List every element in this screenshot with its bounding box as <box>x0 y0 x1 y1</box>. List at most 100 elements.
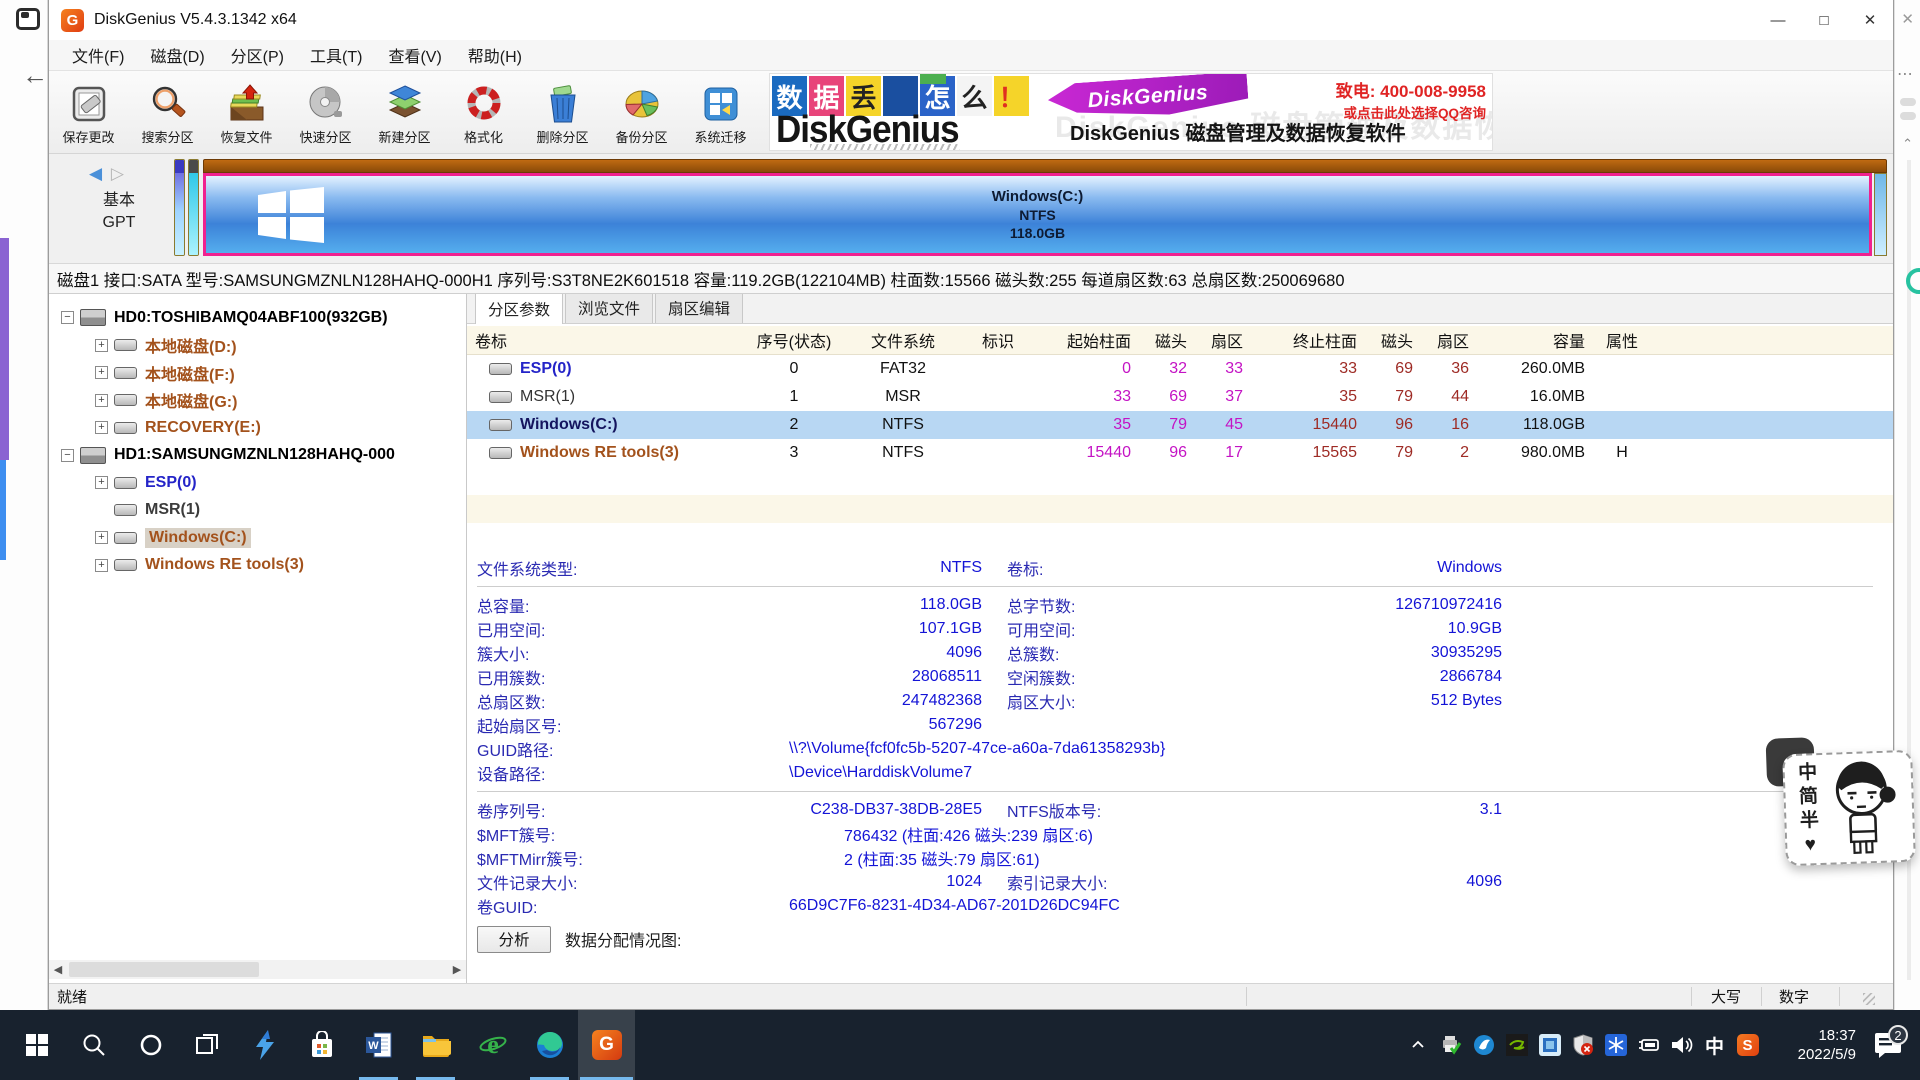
scroll-thumb[interactable] <box>69 962 259 977</box>
tree-horizontal-scrollbar[interactable]: ◀ ▶ <box>49 960 466 979</box>
analyze-button[interactable]: 分析 <box>477 926 551 953</box>
tray-sogou[interactable]: S <box>1731 1032 1764 1059</box>
partition-icon <box>114 477 145 489</box>
taskbar-taskbar-search[interactable] <box>65 1010 122 1080</box>
table-cell: NTFS <box>843 444 963 462</box>
toolbar-button-7[interactable]: 备份分区 <box>602 71 681 153</box>
column-header-9[interactable]: 扇区 <box>1421 328 1477 352</box>
tree-item--g-[interactable]: +本地磁盘(G:) <box>95 387 237 414</box>
menu-2[interactable]: 分区(P) <box>218 43 297 67</box>
diskgenius-window: G DiskGenius V5.4.3.1342 x64 — □ ✕ 文件(F)… <box>48 0 1894 1010</box>
tray-nvidia[interactable] <box>1500 1032 1533 1059</box>
toolbar-button-5[interactable]: 格式化 <box>444 71 523 153</box>
close-button[interactable]: ✕ <box>1847 0 1893 40</box>
minimize-button[interactable]: — <box>1755 0 1801 40</box>
toolbar-button-1[interactable]: 搜索分区 <box>128 71 207 153</box>
re-tools-partition-bar[interactable] <box>1874 173 1887 256</box>
expand-icon[interactable]: + <box>95 559 108 572</box>
tray-bird[interactable] <box>1467 1032 1500 1059</box>
tray-snowflake[interactable] <box>1599 1032 1632 1059</box>
collapse-icon[interactable]: − <box>61 311 74 324</box>
column-header-10[interactable]: 容量 <box>1477 328 1593 352</box>
tray-ime-zh[interactable]: 中 <box>1698 1032 1731 1059</box>
table-row-windows-c-[interactable]: Windows(C:)2NTFS357945154409616118.0GB <box>467 411 1893 439</box>
sogou-ime-widget[interactable]: 中简半♥ <box>1782 750 1916 866</box>
toolbar-button-6[interactable]: 删除分区 <box>523 71 602 153</box>
tree-item-windows-re-tools-3-[interactable]: +Windows RE tools(3) <box>95 552 304 579</box>
column-header-6[interactable]: 扇区 <box>1195 328 1251 352</box>
toolbar-button-0[interactable]: 保存更改 <box>49 71 128 153</box>
taskbar-green-browser[interactable]: e <box>464 1010 521 1080</box>
taskbar-flow-launcher[interactable] <box>236 1010 293 1080</box>
menu-0[interactable]: 文件(F) <box>59 43 137 67</box>
toolbar-button-8[interactable]: 系统迁移 <box>681 71 760 153</box>
tray-tray-chevron[interactable] <box>1401 1032 1434 1059</box>
maximize-button[interactable]: □ <box>1801 0 1847 40</box>
scroll-right-arrow-icon[interactable]: ▶ <box>448 960 466 979</box>
expand-icon[interactable]: + <box>95 366 108 379</box>
tree-item-msr-1-[interactable]: MSR(1) <box>95 497 200 524</box>
table-cell: 2 <box>745 416 843 434</box>
expand-icon[interactable]: + <box>95 394 108 407</box>
menu-4[interactable]: 查看(V) <box>375 43 454 67</box>
column-header-5[interactable]: 磁头 <box>1139 328 1195 352</box>
column-header-1[interactable]: 序号(状态) <box>745 328 843 352</box>
taskbar-store[interactable] <box>293 1010 350 1080</box>
column-header-8[interactable]: 磁头 <box>1365 328 1421 352</box>
tree-item-hd1-samsungmznln128hahq-000[interactable]: −HD1:SAMSUNGMZNLN128HAHQ-000 <box>61 442 395 469</box>
menu-3[interactable]: 工具(T) <box>297 43 375 67</box>
taskbar-clock[interactable]: 18:37 2022/5/9 <box>1770 1026 1856 1064</box>
tray-power[interactable] <box>1632 1032 1665 1059</box>
tree-item-hd0-toshibamq04abf100-932gb-[interactable]: −HD0:TOSHIBAMQ04ABF100(932GB) <box>61 304 388 331</box>
column-header-2[interactable]: 文件系统 <box>843 328 963 352</box>
tab-sector-edit[interactable]: 扇区编辑 <box>655 294 743 323</box>
detail-row: 卷序列号:C238-DB37-38DB-28E5NTFS版本号:3.1 <box>477 798 1873 822</box>
table-row-msr-1-[interactable]: MSR(1)1MSR33693735794416.0MB <box>467 383 1893 411</box>
tray-defender-alert[interactable] <box>1566 1032 1599 1059</box>
taskbar-word[interactable]: W <box>350 1010 407 1080</box>
tray-intel[interactable] <box>1533 1032 1566 1059</box>
ad-banner[interactable]: DiskGenius 磁盘管理及数据恢复软件 数据丢怎么！ DiskGenius… <box>769 73 1493 151</box>
taskbar-diskgenius[interactable]: G <box>578 1010 635 1080</box>
tray-printer[interactable] <box>1434 1032 1467 1059</box>
table-row-windows-re-tools-3-[interactable]: Windows RE tools(3)3NTFS1544096171556579… <box>467 439 1893 467</box>
expand-icon[interactable]: + <box>95 476 108 489</box>
taskbar-start[interactable] <box>8 1010 65 1080</box>
tray-volume[interactable] <box>1665 1032 1698 1059</box>
taskbar-edge[interactable] <box>521 1010 578 1080</box>
column-header-11[interactable]: 属性 <box>1593 328 1651 352</box>
next-disk-arrow-icon[interactable]: ▷ <box>111 164 126 183</box>
msr-partition-bar[interactable] <box>188 159 199 256</box>
tree-item--d-[interactable]: +本地磁盘(D:) <box>95 332 237 359</box>
column-header-4[interactable]: 起始柱面 <box>1033 328 1139 352</box>
tree-item-recovery-e-[interactable]: +RECOVERY(E:) <box>95 414 261 441</box>
prev-disk-arrow-icon[interactable]: ◀ <box>89 164 104 183</box>
menu-1[interactable]: 磁盘(D) <box>137 43 217 67</box>
collapse-icon[interactable]: − <box>61 449 74 462</box>
esp-partition-bar[interactable] <box>174 159 185 256</box>
expand-icon[interactable]: + <box>95 421 108 434</box>
column-header-7[interactable]: 终止柱面 <box>1251 328 1365 352</box>
taskbar-file-explorer[interactable] <box>407 1010 464 1080</box>
expand-icon[interactable]: + <box>95 531 108 544</box>
toolbar-button-2[interactable]: 恢复文件 <box>207 71 286 153</box>
tab-browse-files[interactable]: 浏览文件 <box>565 294 653 323</box>
tree-item-windows-c-[interactable]: +Windows(C:) <box>95 524 251 551</box>
windows-c-partition-block[interactable]: Windows(C:) NTFS 118.0GB <box>203 173 1872 256</box>
expand-icon[interactable]: + <box>95 339 108 352</box>
toolbar-button-4[interactable]: 新建分区 <box>365 71 444 153</box>
action-center-icon[interactable]: 2 <box>1866 1031 1910 1059</box>
taskbar-cortana[interactable] <box>122 1010 179 1080</box>
menu-5[interactable]: 帮助(H) <box>455 43 535 67</box>
tree-item-esp-0-[interactable]: +ESP(0) <box>95 469 197 496</box>
taskbar-task-view[interactable] <box>179 1010 236 1080</box>
column-header-0[interactable]: 卷标 <box>467 328 745 352</box>
table-row-esp-0-[interactable]: ESP(0)0FAT3203233336936260.0MB <box>467 355 1893 383</box>
scroll-left-arrow-icon[interactable]: ◀ <box>49 960 67 979</box>
tree-item--f-[interactable]: +本地磁盘(F:) <box>95 359 235 386</box>
column-header-3[interactable]: 标识 <box>963 328 1033 352</box>
toolbar-button-3[interactable]: 快速分区 <box>286 71 365 153</box>
tab-partition-params[interactable]: 分区参数 <box>475 294 563 324</box>
resize-grip[interactable] <box>1863 993 1875 1005</box>
banner-contact[interactable]: 致电: 400-008-9958 或点击此处选择QQ咨询 <box>1336 77 1486 122</box>
